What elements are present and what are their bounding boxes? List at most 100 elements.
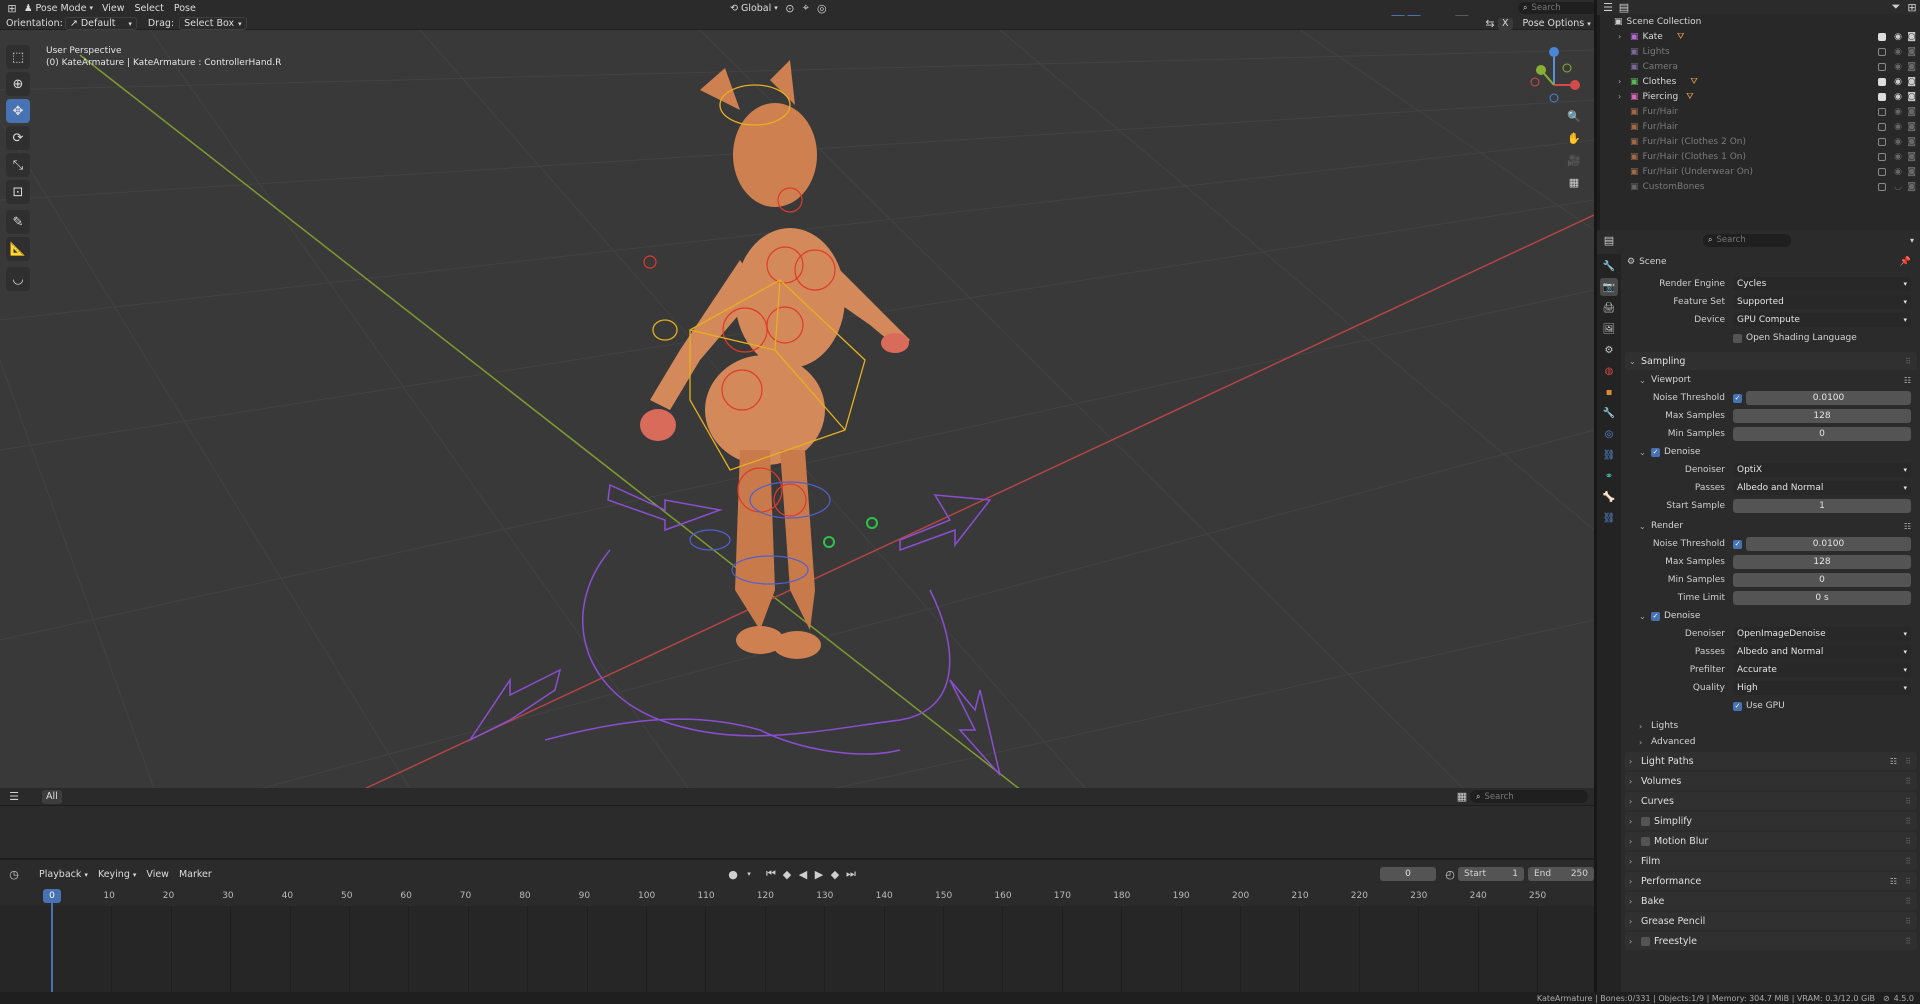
drag-handle-icon[interactable]: ⠿ bbox=[1905, 837, 1911, 846]
perspective-grid-icon[interactable]: ▦ bbox=[1566, 174, 1582, 190]
transform-orientation-dropdown[interactable]: ⟲ Global ▾ bbox=[726, 0, 782, 16]
pin-icon[interactable]: 📌 bbox=[1900, 257, 1911, 267]
playhead-frame-badge[interactable]: 0 bbox=[43, 889, 61, 903]
camera-icon[interactable]: ◙ bbox=[1907, 47, 1916, 57]
r-max-samples-field[interactable]: 128 bbox=[1733, 555, 1911, 569]
exclude-checkbox[interactable] bbox=[1878, 152, 1886, 161]
film-panel-header[interactable]: › Film ⠿ bbox=[1625, 852, 1917, 870]
outliner-row-kate[interactable]: › ▣ Kate ⛛ ◉ ◙ bbox=[1600, 29, 1920, 44]
physics-tab-icon[interactable]: ◎ bbox=[1600, 425, 1618, 443]
vp-start-sample-field[interactable]: 1 bbox=[1733, 499, 1911, 513]
vp-noise-threshold-field[interactable]: 0.0100 bbox=[1746, 391, 1911, 405]
exclude-checkbox[interactable] bbox=[1878, 47, 1886, 56]
start-frame-field[interactable]: Start 1 bbox=[1458, 867, 1524, 881]
menu-marker[interactable]: Marker bbox=[174, 869, 217, 880]
render-tab-icon[interactable]: 📷 bbox=[1600, 278, 1618, 296]
outliner-row-camera[interactable]: ▣ Camera ◉ ◙ bbox=[1600, 59, 1920, 74]
vp-denoise-subpanel-header[interactable]: ⌄ ✓ Denoise bbox=[1625, 444, 1917, 460]
record-icon[interactable]: ● bbox=[725, 866, 741, 882]
jump-end-icon[interactable]: ⏭ bbox=[843, 866, 859, 882]
measure-icon[interactable]: 📐 bbox=[6, 237, 30, 261]
timeline[interactable]: ◷ Playback ▾ Keying ▾ View Marker ● ▾ ⏮ … bbox=[0, 860, 1594, 992]
scene-collection-row[interactable]: ▣ Scene Collection bbox=[1600, 14, 1920, 29]
eye-icon[interactable]: ◉ bbox=[1894, 137, 1902, 147]
drag-handle-icon[interactable]: ⠿ bbox=[1905, 817, 1911, 826]
viewport-search-field[interactable]: ⌕ Search bbox=[1470, 790, 1588, 803]
presets-icon[interactable]: ☷ bbox=[1890, 757, 1897, 766]
view-layer-tab-icon[interactable]: 🖼 bbox=[1600, 320, 1618, 338]
display-mode-icon[interactable]: ▤ bbox=[1616, 0, 1632, 15]
object-tab-icon[interactable]: ▪ bbox=[1600, 383, 1618, 401]
frame-ruler[interactable]: 10 20 30 40 50 60 70 80 90 100 110 120 130 140 150 160 1… bbox=[0, 888, 1594, 906]
camera-icon[interactable]: ◙ bbox=[1907, 107, 1916, 117]
camera-view-icon[interactable]: 🎥 bbox=[1566, 152, 1582, 168]
3d-viewport[interactable]: User Perspective (0) KateArmature | Kate… bbox=[0, 30, 1594, 805]
osl-checkbox[interactable] bbox=[1733, 333, 1742, 343]
modifier-tab-icon[interactable]: 🔧 bbox=[1600, 404, 1618, 422]
camera-icon[interactable]: ◙ bbox=[1907, 92, 1916, 102]
exclude-checkbox[interactable] bbox=[1878, 77, 1886, 86]
cursor-icon[interactable]: ⊕ bbox=[6, 72, 30, 96]
drag-dropdown[interactable]: Select Box ▾ bbox=[179, 17, 247, 30]
outliner-row-clothes[interactable]: › ▣ Clothes ⛛ ◉ ◙ bbox=[1600, 74, 1920, 89]
vp-max-samples-field[interactable]: 128 bbox=[1733, 409, 1911, 423]
drag-handle-icon[interactable]: ⠿ bbox=[1905, 757, 1911, 766]
end-frame-field[interactable]: End 250 bbox=[1528, 867, 1594, 881]
zoom-icon[interactable]: 🔍 bbox=[1566, 108, 1582, 124]
preview-range-icon[interactable]: ◴ bbox=[1442, 866, 1458, 882]
eye-icon[interactable]: ◉ bbox=[1894, 62, 1902, 72]
transform-icon[interactable]: ⊡ bbox=[6, 180, 30, 204]
topbar-search-field[interactable]: ⌕ Search bbox=[1518, 1, 1596, 14]
render-subpanel-header[interactable]: ⌄ Render ☷ bbox=[1625, 518, 1917, 534]
lights-subpanel-header[interactable]: › Lights bbox=[1625, 718, 1917, 734]
mode-dropdown[interactable]: ♟ Pose Mode ▾ bbox=[20, 0, 97, 16]
next-keyframe-icon[interactable]: ◆ bbox=[827, 866, 843, 882]
r-time-limit-field[interactable]: 0 s bbox=[1733, 591, 1911, 605]
eye-icon[interactable]: ◉ bbox=[1894, 47, 1902, 57]
outliner-row-furhair-2[interactable]: ▣ Fur/Hair ◉ ◙ bbox=[1600, 119, 1920, 134]
filter-icon[interactable]: ⏷ bbox=[1888, 0, 1904, 15]
menu-keying[interactable]: Keying ▾ bbox=[93, 869, 141, 880]
play-icon[interactable]: ▶ bbox=[811, 866, 827, 882]
eye-icon[interactable]: ◉ bbox=[1894, 77, 1902, 87]
motion-blur-checkbox[interactable] bbox=[1641, 836, 1650, 846]
menu-view[interactable]: View bbox=[141, 869, 174, 880]
camera-icon[interactable]: ◙ bbox=[1907, 32, 1916, 42]
bone-tab-icon[interactable]: 🦴 bbox=[1600, 488, 1618, 506]
drag-handle-icon[interactable]: ⠿ bbox=[1905, 937, 1911, 946]
freestyle-checkbox[interactable] bbox=[1641, 936, 1650, 946]
drag-handle-icon[interactable]: ⠿ bbox=[1905, 877, 1911, 886]
presets-icon[interactable]: ☷ bbox=[1890, 877, 1897, 886]
chevron-down-icon[interactable]: ▾ bbox=[1904, 232, 1920, 248]
menu-pose[interactable]: Pose bbox=[169, 3, 201, 14]
menu-view[interactable]: View bbox=[97, 3, 130, 14]
hamburger-icon[interactable]: ☰ bbox=[6, 789, 22, 805]
sampling-panel-header[interactable]: ⌄ Sampling ⠿ bbox=[1625, 352, 1917, 370]
outliner-row-furhair-clothes2[interactable]: ▣ Fur/Hair (Clothes 2 On) ◉ ◙ bbox=[1600, 134, 1920, 149]
drag-handle-icon[interactable]: ⠿ bbox=[1905, 897, 1911, 906]
area-divider[interactable] bbox=[1594, 0, 1597, 992]
camera-icon[interactable]: ◙ bbox=[1907, 137, 1916, 147]
play-reverse-icon[interactable]: ◀ bbox=[795, 866, 811, 882]
outliner-row-lights[interactable]: ▣ Lights ◉ ◙ bbox=[1600, 44, 1920, 59]
r-denoiser-dropdown[interactable]: OpenImageDenoise ▾ bbox=[1733, 627, 1911, 641]
orientation-dropdown[interactable]: ↗ Default ▾ bbox=[64, 17, 137, 30]
eye-icon[interactable]: ◉ bbox=[1894, 152, 1902, 162]
exclude-checkbox[interactable] bbox=[1878, 107, 1886, 116]
eye-icon[interactable]: ◉ bbox=[1894, 92, 1902, 102]
move-icon[interactable]: ✥ bbox=[6, 99, 30, 123]
camera-icon[interactable]: ◙ bbox=[1907, 122, 1916, 132]
presets-icon[interactable]: ☷ bbox=[1904, 522, 1911, 531]
x-mirror-button[interactable]: X bbox=[1498, 17, 1513, 30]
exclude-checkbox[interactable] bbox=[1878, 92, 1886, 101]
r-noise-threshold-checkbox[interactable]: ✓ bbox=[1733, 539, 1742, 549]
vp-denoiser-dropdown[interactable]: OptiX ▾ bbox=[1733, 463, 1911, 477]
display-mode-icon[interactable]: ▦ bbox=[1454, 789, 1470, 805]
r-prefilter-dropdown[interactable]: Accurate ▾ bbox=[1733, 663, 1911, 677]
exclude-checkbox[interactable] bbox=[1878, 167, 1886, 176]
timeline-keyframe-area[interactable] bbox=[0, 906, 1594, 992]
outliner-row-piercing[interactable]: › ▣ Piercing ⛛ ◉ ◙ bbox=[1600, 89, 1920, 104]
r-quality-dropdown[interactable]: High ▾ bbox=[1733, 681, 1911, 695]
r-denoise-subpanel-header[interactable]: ⌄ ✓ Denoise bbox=[1625, 608, 1917, 624]
snap-icon[interactable]: ⌖ bbox=[798, 0, 814, 16]
